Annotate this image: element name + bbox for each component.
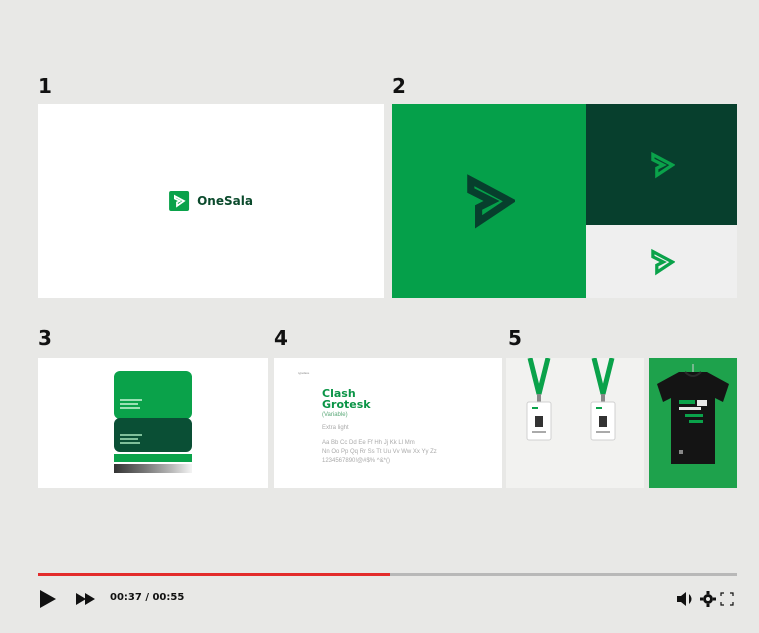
lanyard-mockup-image [526,358,616,441]
progress-bar[interactable] [38,573,737,576]
brand-name: OneSala [197,194,253,208]
fast-forward-icon[interactable] [76,592,96,606]
settings-gear-icon[interactable] [700,591,716,607]
font-variant: (Variable) [322,412,348,418]
dark-color-card [114,418,192,452]
fullscreen-icon[interactable] [720,592,734,606]
alphabet-line-2: Nn Oo Pp Qq Rr Ss Tt Uu Vv Ww Xx Yy Zz [322,449,437,455]
tshirt-mockup-panel [649,358,737,488]
panel-number-1: 1 [38,74,52,98]
brand-lockup: OneSala [169,191,253,211]
volume-icon[interactable] [676,591,696,607]
typeface-header: typeface [298,371,310,375]
brand-logo-icon [169,191,190,211]
digits-line: 1234567890!@#$% ^&*() [322,458,390,464]
accent-color-bar [114,454,192,462]
font-name: Clash Grotesk [322,387,371,411]
panel-number-5: 5 [508,326,522,350]
logo-lockup-panel: OneSala [38,104,384,298]
logo-on-dark-panel [586,104,737,225]
progress-fill [38,573,390,576]
play-icon[interactable] [38,589,58,609]
green-color-card [114,371,192,419]
grayscale-gradient-bar [114,464,192,473]
tshirt-mockup-image [657,364,729,464]
brand-logo-icon [650,248,675,275]
brand-logo-icon [650,151,675,178]
panel-number-4: 4 [274,326,288,350]
alphabet-line-1: Aa Bb Cc Dd Ee Ff Hh Jj Kk Ll Mm [322,440,415,446]
lanyard-mockup-panel [506,358,644,488]
typography-panel: typeface Clash Grotesk (Variable) Extra … [274,358,502,488]
panel-number-2: 2 [392,74,406,98]
color-palette-panel [38,358,268,488]
logo-on-green-panel [392,104,586,298]
font-weight: Extra light [322,425,349,431]
time-display: 00:37 / 00:55 [110,592,185,603]
brand-logo-icon [467,174,515,229]
logo-on-light-panel [586,225,737,298]
panel-number-3: 3 [38,326,52,350]
